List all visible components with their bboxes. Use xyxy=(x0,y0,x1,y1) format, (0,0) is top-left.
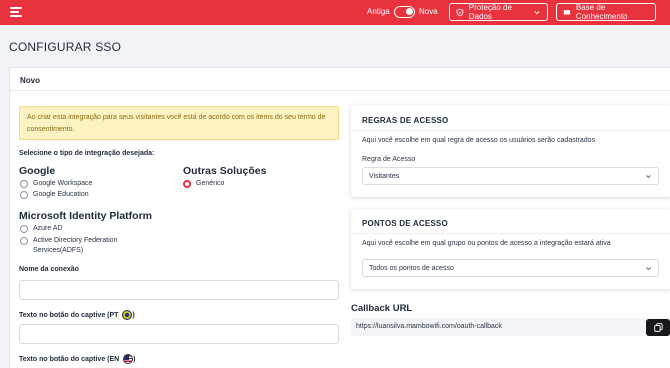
captive-en-close: ) xyxy=(133,355,136,363)
captive-en-label: Texto no botão do captive (EN ) xyxy=(19,354,136,364)
card-title: Novo xyxy=(20,76,40,85)
brazil-flag-icon xyxy=(122,310,133,320)
radio-button[interactable] xyxy=(20,237,28,245)
us-flag-icon xyxy=(123,354,134,364)
shield-icon xyxy=(456,8,464,16)
callback-url-title: Callback URL xyxy=(351,303,413,314)
panel-divider xyxy=(351,130,670,131)
chevron-down-icon xyxy=(534,10,540,14)
card-header: Novo xyxy=(10,68,670,91)
protecao-dados-button[interactable]: Proteção de Dados xyxy=(449,3,548,21)
radio-azure-ad[interactable]: Azure AD xyxy=(20,224,63,234)
regras-select-label: Regra de Acesso xyxy=(362,156,416,163)
captive-pt-label: Texto no botão do captive (PT ) xyxy=(19,310,135,320)
pontos-acesso-select[interactable]: Todos os pontos de acesso xyxy=(362,259,659,277)
radio-google-education[interactable]: Google Education xyxy=(20,190,89,200)
callback-url-field[interactable]: https://luansilva.mambowifi.com/oauth-ca… xyxy=(351,318,670,336)
microsoft-group-title: Microsoft Identity Platform xyxy=(19,210,153,222)
radio-adfs[interactable]: Active Directory Federation Services(ADF… xyxy=(20,236,140,256)
regras-description: Aqui você escolhe em qual regra de acess… xyxy=(362,137,596,144)
chevron-down-icon xyxy=(646,267,651,271)
base-conhecimento-button[interactable]: Base de Conhecimento xyxy=(556,3,656,21)
copy-icon xyxy=(654,323,663,332)
radio-label: Azure AD xyxy=(33,225,63,232)
integration-prompt: Selecione o tipo de integração desejada: xyxy=(19,150,155,157)
connection-name-label: Nome da conexão xyxy=(19,266,79,273)
consent-notice: Ao criar esta integração para seus visit… xyxy=(19,106,339,140)
radio-generico[interactable]: Genérico xyxy=(183,179,224,189)
captive-pt-input[interactable] xyxy=(19,324,339,344)
radio-button[interactable] xyxy=(20,225,28,233)
google-group-title: Google xyxy=(19,165,56,177)
regras-title: REGRAS DE ACESSO xyxy=(362,116,449,125)
base-conhecimento-label: Base de Conhecimento xyxy=(575,3,628,21)
panel-divider xyxy=(351,233,670,234)
chevron-down-icon xyxy=(646,175,651,179)
radio-label: Google Education xyxy=(33,191,89,198)
regras-acesso-panel: REGRAS DE ACESSO Aqui você escolhe em qu… xyxy=(351,105,670,197)
pontos-title: PONTOS DE ACESSO xyxy=(362,219,448,228)
regra-acesso-value: Visitantes xyxy=(369,173,400,180)
radio-button[interactable] xyxy=(20,191,28,199)
copy-callback-button[interactable] xyxy=(646,319,670,336)
pontos-acesso-panel: PONTOS DE ACESSO Aqui você escolhe em qu… xyxy=(351,209,670,289)
menu-icon[interactable] xyxy=(10,7,22,17)
top-bar: Antiga Nova Proteção de Dados Base de Co… xyxy=(0,0,670,25)
page-title: CONFIGURAR SSO xyxy=(9,40,122,54)
radio-label: Google Workspace xyxy=(33,180,93,187)
outras-group-title: Outras Soluções xyxy=(183,165,267,177)
toggle-label-antiga: Antiga xyxy=(367,7,390,16)
pontos-description: Aqui você escolhe em qual grupo ou ponto… xyxy=(362,240,611,247)
book-icon xyxy=(563,9,571,15)
regra-acesso-select[interactable]: Visitantes xyxy=(362,167,659,185)
toggle-knob xyxy=(406,8,413,15)
captive-pt-label-text: Texto no botão do captive (PT xyxy=(19,311,119,319)
version-toggle[interactable] xyxy=(394,6,415,18)
radio-button[interactable] xyxy=(20,180,28,188)
callback-url-value: https://luansilva.mambowifi.com/oauth-ca… xyxy=(356,323,502,330)
toggle-label-nova: Nova xyxy=(419,7,438,16)
radio-label: Genérico xyxy=(196,180,225,187)
connection-name-input[interactable] xyxy=(19,280,339,300)
captive-en-label-text: Texto no botão do captive (EN xyxy=(19,355,120,363)
radio-button-selected[interactable] xyxy=(183,180,191,188)
radio-google-workspace[interactable]: Google Workspace xyxy=(20,179,92,189)
protecao-dados-label: Proteção de Dados xyxy=(468,3,512,21)
pontos-acesso-value: Todos os pontos de acesso xyxy=(369,265,454,272)
radio-label: Active Directory Federation Services(ADF… xyxy=(33,237,118,254)
captive-pt-close: ) xyxy=(132,311,135,319)
